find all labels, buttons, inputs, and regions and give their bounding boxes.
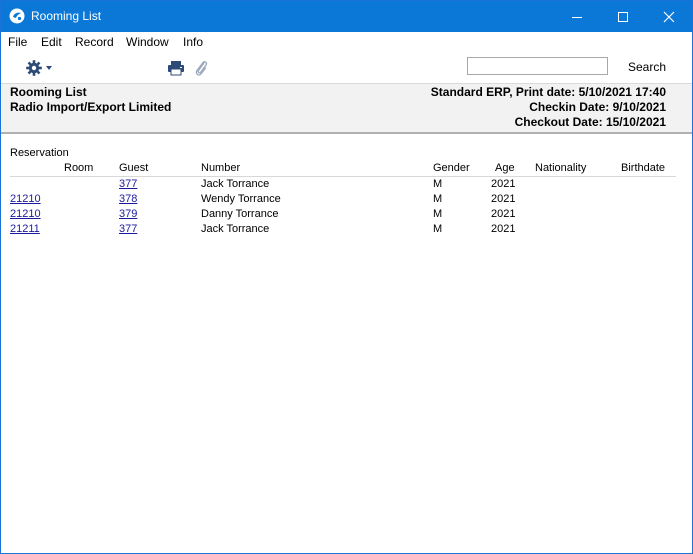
guest-gender: M: [433, 193, 443, 205]
reservation-link[interactable]: 21210: [10, 208, 41, 220]
chevron-down-icon: [46, 66, 52, 70]
col-header-age: Age: [495, 162, 515, 174]
gear-icon: [26, 60, 42, 76]
guest-link[interactable]: 379: [119, 208, 137, 220]
guest-link[interactable]: 378: [119, 193, 137, 205]
attachment-button[interactable]: [193, 58, 209, 78]
menu-info[interactable]: Info: [183, 35, 203, 49]
paperclip-icon: [195, 61, 208, 76]
table-header-rule: [10, 176, 676, 177]
reservation-link[interactable]: 21211: [10, 223, 40, 235]
guest-name: Wendy Torrance: [201, 193, 281, 205]
rooming-list-window: Rooming List File Edit Record Window Inf…: [0, 0, 693, 554]
menu-window[interactable]: Window: [126, 35, 169, 49]
menu-file[interactable]: File: [8, 35, 27, 49]
guest-name: Danny Torrance: [201, 208, 279, 220]
search-button[interactable]: Search: [628, 60, 666, 74]
col-header-room: Room: [64, 162, 94, 174]
search-input[interactable]: [467, 57, 608, 75]
app-logo-icon: [9, 8, 25, 24]
toolbar: Search: [1, 52, 692, 84]
section-reservation: Reservation: [10, 147, 69, 159]
guest-link[interactable]: 377: [119, 178, 137, 190]
guest-gender: M: [433, 178, 443, 190]
window-title: Rooming List: [31, 9, 102, 23]
guest-link[interactable]: 377: [119, 223, 137, 235]
guest-age: 2021: [491, 223, 516, 235]
col-header-number: Number: [201, 162, 241, 174]
maximize-icon: [618, 11, 628, 22]
minimize-icon: [572, 16, 582, 18]
operations-menu-button[interactable]: [25, 59, 57, 77]
guest-age: 2021: [491, 178, 516, 190]
reservation-link[interactable]: 21210: [10, 193, 41, 205]
guest-gender: M: [433, 223, 443, 235]
menu-bar: File Edit Record Window Info: [1, 32, 692, 52]
col-header-gender: Gender: [433, 162, 470, 174]
report-title: Rooming List: [10, 85, 87, 99]
close-icon: [663, 11, 675, 22]
col-header-nationality: Nationality: [535, 162, 587, 174]
guest-age: 2021: [491, 208, 516, 220]
col-header-birthdate: Birthdate: [621, 162, 666, 174]
menu-record[interactable]: Record: [75, 35, 114, 49]
guest-gender: M: [433, 208, 443, 220]
minimize-button[interactable]: [554, 1, 600, 32]
guest-name: Jack Torrance: [201, 178, 270, 190]
maximize-button[interactable]: [600, 1, 646, 32]
guest-age: 2021: [491, 193, 516, 205]
report-header: Rooming List Radio Import/Export Limited…: [1, 84, 692, 132]
close-button[interactable]: [646, 1, 692, 32]
guest-name: Jack Torrance: [201, 223, 270, 235]
header-divider: [1, 132, 692, 134]
company-name: Radio Import/Export Limited: [10, 100, 172, 114]
print-button[interactable]: [167, 60, 185, 76]
title-bar[interactable]: Rooming List: [1, 1, 692, 32]
print-icon: [168, 61, 184, 76]
col-header-guest: Guest: [119, 162, 149, 174]
menu-edit[interactable]: Edit: [41, 35, 62, 49]
checkout-date: Checkout Date: 15/10/2021: [514, 115, 666, 129]
print-info: Standard ERP, Print date: 5/10/2021 17:4…: [430, 85, 666, 99]
checkin-date: Checkin Date: 9/10/2021: [529, 100, 666, 114]
